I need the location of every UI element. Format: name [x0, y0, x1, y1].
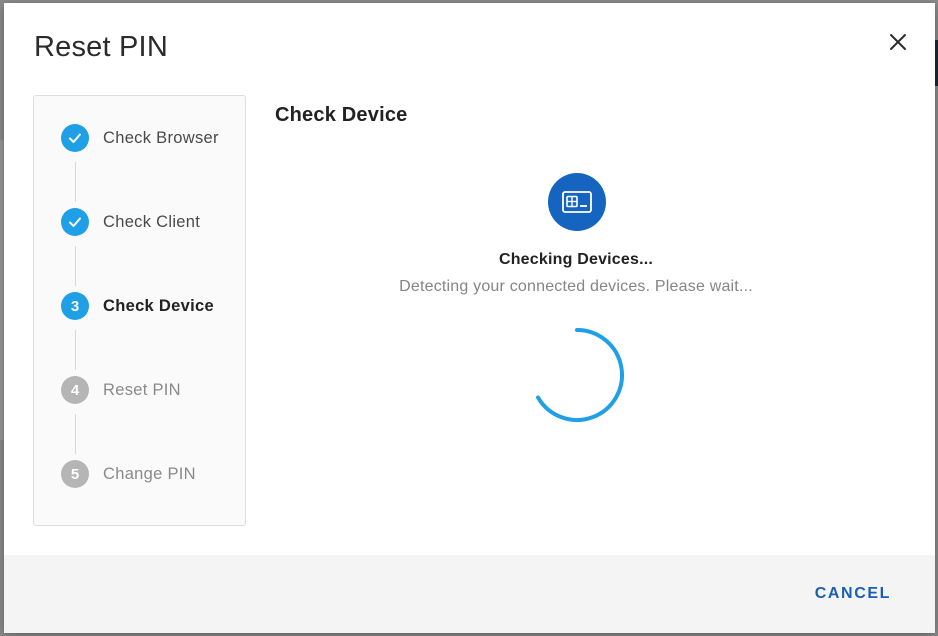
step-label: Check Client [103, 212, 201, 231]
dialog-footer: CANCEL [4, 555, 935, 633]
cancel-button[interactable]: CANCEL [815, 585, 891, 603]
step-label: Change PIN [103, 464, 196, 483]
step-number: 5 [61, 460, 89, 488]
step-label: Reset PIN [103, 380, 181, 399]
step-completed-marker [61, 124, 89, 152]
step-label: Check Device [103, 296, 214, 315]
step-change-pin: 5 Change PIN [61, 459, 196, 489]
step-connector [75, 330, 76, 370]
status-description: Detecting your connected devices. Please… [399, 278, 753, 295]
device-badge [548, 173, 606, 231]
step-check-client: Check Client [61, 207, 200, 237]
reset-pin-dialog: Reset PIN Check Browser Check Client 3 C… [4, 3, 935, 633]
status-title: Checking Devices... [498, 251, 654, 268]
loading-spinner-icon [536, 328, 624, 422]
section-title: Check Device [275, 104, 408, 126]
step-number: 3 [61, 292, 89, 320]
step-reset-pin: 4 Reset PIN [61, 375, 181, 405]
step-check-device: 3 Check Device [61, 291, 214, 321]
check-icon [69, 217, 81, 227]
smart-card-reader-icon [562, 191, 592, 213]
close-icon [890, 34, 906, 50]
dialog-title: Reset PIN [34, 31, 168, 63]
step-connector [75, 162, 76, 202]
progress-stepper: Check Browser Check Client 3 Check Devic… [33, 95, 246, 526]
step-number: 4 [61, 376, 89, 404]
step-connector [75, 414, 76, 454]
step-connector [75, 246, 76, 286]
step-check-browser: Check Browser [61, 123, 219, 153]
check-icon [69, 133, 81, 143]
close-button[interactable] [883, 27, 913, 57]
step-label: Check Browser [103, 128, 219, 147]
step-completed-marker [61, 208, 89, 236]
